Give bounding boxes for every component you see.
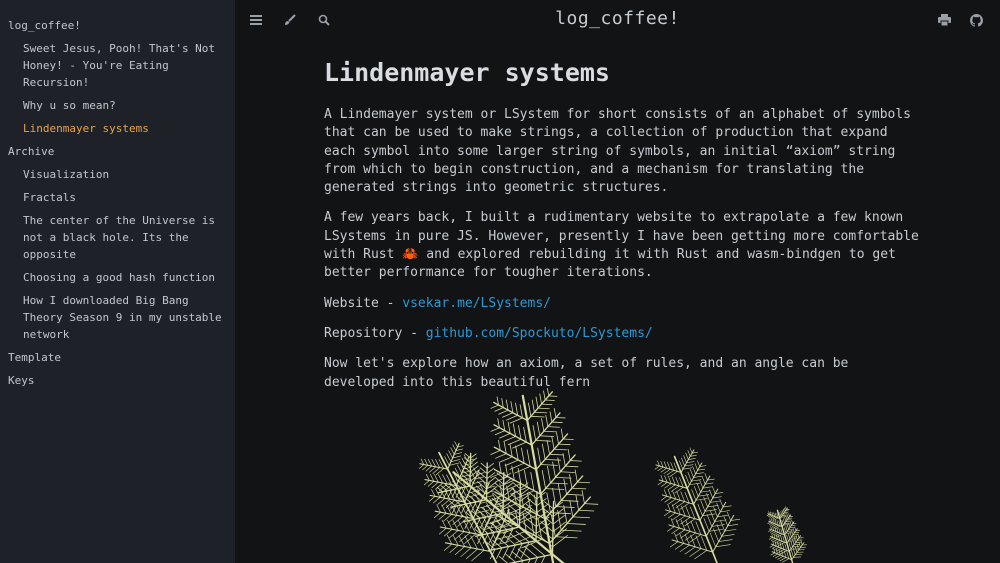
sidebar-item[interactable]: Sweet Jesus, Pooh! That's Not Honey! - Y… bbox=[0, 37, 235, 94]
repository-link[interactable]: github.com/Spockuto/LSystems/ bbox=[426, 326, 653, 341]
repository-line: Repository - github.com/Spockuto/LSystem… bbox=[324, 325, 924, 343]
website-line: Website - vsekar.me/LSystems/ bbox=[324, 295, 924, 313]
sidebar-item[interactable]: Why u so mean? bbox=[0, 94, 235, 117]
sidebar-item[interactable]: log_coffee! bbox=[0, 14, 235, 37]
main-area: log_coffee! Lindenmayer systems A Lindem… bbox=[235, 0, 1000, 563]
crab-icon: 🦀 bbox=[402, 247, 419, 263]
sidebar-item[interactable]: The center of the Universe is not a blac… bbox=[0, 209, 235, 266]
website-label: Website - bbox=[324, 295, 403, 311]
sidebar-item[interactable]: Fractals bbox=[0, 186, 235, 209]
sidebar-item[interactable]: How I downloaded Big Bang Theory Season … bbox=[0, 289, 235, 346]
sidebar-item[interactable]: Visualization bbox=[0, 163, 235, 186]
top-toolbar: log_coffee! bbox=[235, 0, 1000, 40]
repository-label: Repository - bbox=[324, 325, 426, 341]
fern-image bbox=[418, 388, 808, 563]
website-link[interactable]: vsekar.me/LSystems/ bbox=[402, 296, 551, 311]
article: Lindenmayer systems A Lindemayer system … bbox=[324, 56, 924, 404]
sidebar-item[interactable]: Lindenmayer systems bbox=[0, 117, 235, 140]
sidebar-item[interactable]: Choosing a good hash function bbox=[0, 266, 235, 289]
paragraph-intro: A Lindemayer system or LSystem for short… bbox=[324, 107, 911, 196]
paragraph-fern: Now let's explore how an axiom, a set of… bbox=[324, 356, 849, 390]
site-title: log_coffee! bbox=[555, 8, 680, 29]
sidebar-item[interactable]: Archive bbox=[0, 140, 235, 163]
paragraph-history: A few years back, I built a rudimentary … bbox=[324, 209, 924, 282]
sidebar-item[interactable]: Template bbox=[0, 346, 235, 369]
sidebar-item[interactable]: Keys bbox=[0, 369, 235, 392]
print-icon[interactable] bbox=[936, 12, 952, 28]
page-title: Lindenmayer systems bbox=[324, 58, 610, 87]
sidebar: log_coffee! Sweet Jesus, Pooh! That's Not… bbox=[0, 0, 235, 563]
github-icon[interactable] bbox=[968, 12, 984, 28]
